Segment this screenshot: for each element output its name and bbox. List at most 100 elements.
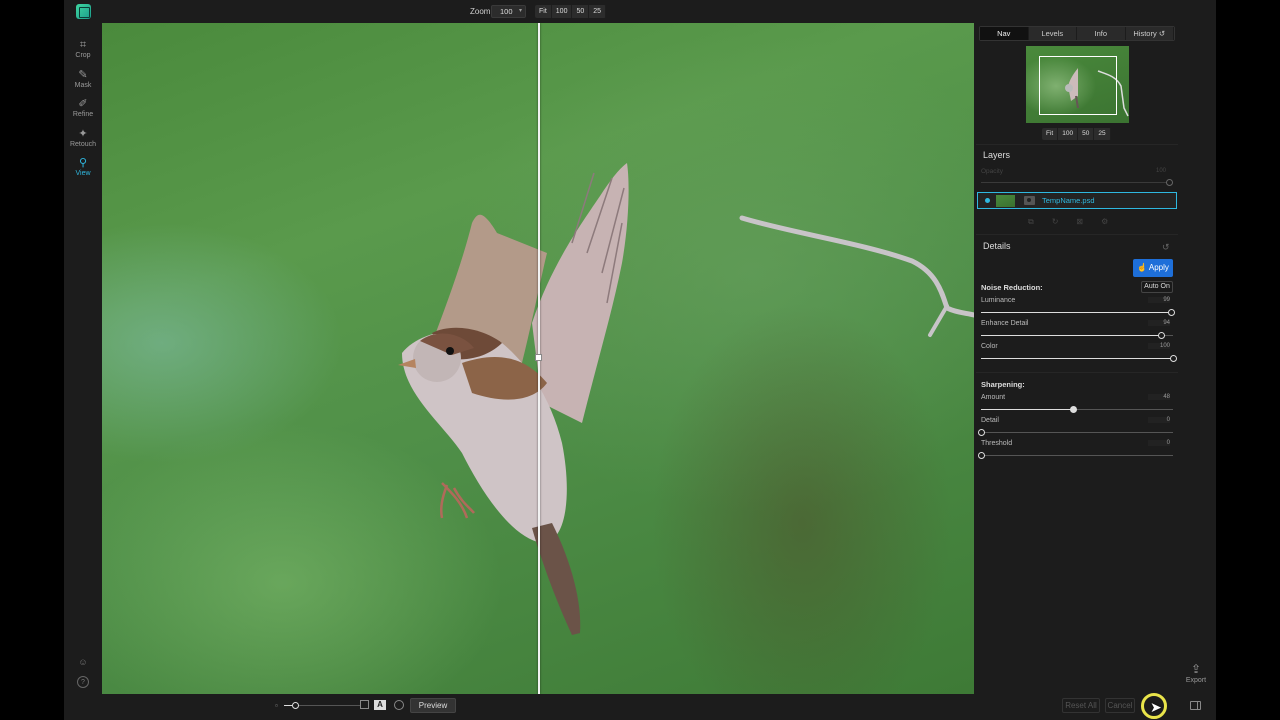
enhance-detail-value[interactable]: 94	[1148, 320, 1170, 326]
luminance-fill	[981, 312, 1172, 313]
divider	[976, 144, 1178, 145]
hand-icon: ☝	[1137, 263, 1148, 272]
layer-name: TempName.psd	[1042, 196, 1095, 205]
layer-visibility-icon[interactable]	[985, 198, 990, 203]
retouch-icon: ✦	[78, 128, 88, 140]
color-knob[interactable]	[1170, 355, 1177, 362]
help-icon[interactable]: ?	[77, 676, 89, 688]
export-icon: ⇪	[1190, 662, 1202, 676]
reset-all-button[interactable]: Reset All	[1062, 698, 1100, 713]
color-fill	[981, 358, 1173, 359]
layer-tools: ⧉ ↻ ⊠ ⚙	[1028, 217, 1108, 227]
tool-crop[interactable]: ⌗ Crop	[64, 38, 102, 66]
zoom-label: Zoom	[470, 7, 491, 16]
tool-retouch[interactable]: ✦ Retouch	[64, 127, 102, 155]
duplicate-layer-icon[interactable]: ⧉	[1028, 217, 1034, 227]
panel-tabs: Nav Levels Info History ↺	[979, 26, 1175, 41]
apply-button[interactable]: ☝ Apply	[1133, 259, 1173, 277]
cancel-button[interactable]: Cancel	[1105, 698, 1135, 713]
panel-toggle-icon[interactable]	[1190, 701, 1201, 710]
tab-levels[interactable]: Levels	[1029, 27, 1077, 40]
preview-button[interactable]: Preview	[410, 698, 456, 713]
navigator-thumbnail[interactable]	[1026, 46, 1129, 123]
bird-back	[462, 357, 547, 400]
tab-history-label: History	[1133, 29, 1157, 38]
luminance-label: Luminance	[981, 297, 1016, 304]
before-after-icon[interactable]: A	[374, 700, 386, 710]
layers-title: Layers	[983, 150, 1011, 160]
bird-wing-front	[532, 163, 629, 423]
color-slider[interactable]	[981, 355, 1177, 362]
divider	[976, 234, 1178, 235]
nav-presets: Fit 100 50 25	[1042, 128, 1111, 140]
enhance-detail-slider[interactable]	[981, 332, 1173, 339]
threshold-value[interactable]: 0	[1148, 440, 1170, 446]
opacity-slider-knob[interactable]	[1166, 179, 1173, 186]
reset-details-icon[interactable]: ↺	[1162, 242, 1170, 253]
right-panel: Nav Levels Info History ↺ Fit 100 50 25 …	[976, 24, 1178, 464]
layer-row[interactable]: TempName.psd	[977, 192, 1177, 209]
zoom-preset-50[interactable]: 50	[572, 5, 590, 18]
nav-preset-25[interactable]: 25	[1094, 128, 1111, 140]
threshold-knob[interactable]	[978, 452, 985, 459]
export-button[interactable]: ⇪ Export	[1178, 662, 1214, 684]
refine-brush-icon: ✐	[78, 98, 88, 110]
bottom-toolbar	[64, 694, 1216, 720]
sharpening-title: Sharpening:	[981, 380, 1025, 389]
apply-label: Apply	[1148, 263, 1169, 272]
nav-preset-fit[interactable]: Fit	[1042, 128, 1059, 140]
amount-value[interactable]: 48	[1148, 394, 1170, 400]
detail-value[interactable]: 0	[1148, 417, 1170, 423]
nav-preset-100[interactable]: 100	[1058, 128, 1079, 140]
tab-history[interactable]: History ↺	[1126, 27, 1174, 40]
amount-slider[interactable]	[981, 406, 1173, 413]
enhance-detail-knob[interactable]	[1158, 332, 1166, 339]
luminance-value[interactable]: 99	[1148, 297, 1170, 303]
split-handle[interactable]	[535, 354, 542, 361]
bird-feet	[439, 482, 475, 519]
chevron-down-icon: ▾	[518, 8, 522, 14]
zoom-preset-fit[interactable]: Fit	[535, 5, 552, 18]
luminance-slider[interactable]	[981, 309, 1176, 316]
tool-view[interactable]: ⚲ View	[64, 156, 102, 184]
app-logo-icon	[76, 4, 91, 19]
layer-mask-icon[interactable]	[1024, 196, 1035, 205]
delete-layer-icon[interactable]: ⊠	[1076, 217, 1083, 227]
tab-nav[interactable]: Nav	[980, 27, 1029, 40]
tool-label: Retouch	[69, 141, 97, 148]
noise-reduction-title: Noise Reduction:	[981, 283, 1043, 292]
zoom-select[interactable]: 100 ▾	[491, 5, 526, 18]
nav-preset-50[interactable]: 50	[1078, 128, 1095, 140]
navigator-viewport-rect[interactable]	[1039, 56, 1117, 115]
account-icon[interactable]: ☺	[77, 656, 89, 668]
detail-slider[interactable]	[978, 429, 1173, 436]
tool-mask[interactable]: ✎ Mask	[64, 68, 102, 96]
tab-info[interactable]: Info	[1077, 27, 1126, 40]
zoom-out-icon[interactable]: ▫	[275, 701, 278, 710]
canvas-zoom-slider[interactable]	[284, 702, 360, 709]
color-value[interactable]: 100	[1148, 343, 1170, 349]
tool-sidebar: ⌗ Crop ✎ Mask ✐ Refine ✦ Retouch ⚲ View …	[64, 24, 102, 694]
auto-on-button[interactable]: Auto On	[1141, 281, 1173, 293]
zoom-preset-100[interactable]: 100	[552, 5, 573, 18]
threshold-slider[interactable]	[978, 452, 1173, 459]
image-canvas[interactable]	[102, 23, 974, 694]
enhance-detail-fill	[981, 335, 1162, 336]
zoom-preset-25[interactable]: 25	[589, 5, 607, 18]
color-label: Color	[981, 343, 998, 350]
luminance-knob[interactable]	[1168, 309, 1176, 316]
detail-knob[interactable]	[978, 429, 985, 436]
amount-knob[interactable]	[1070, 406, 1078, 413]
layer-settings-icon[interactable]: ⚙	[1101, 217, 1108, 227]
single-view-icon[interactable]	[360, 700, 369, 709]
opacity-slider[interactable]	[981, 182, 1171, 183]
mask-brush-icon: ✎	[78, 69, 88, 81]
mask-view-icon[interactable]	[394, 700, 404, 710]
tool-refine[interactable]: ✐ Refine	[64, 97, 102, 125]
app-window: Zoom 100 ▾ Fit 100 50 25 ⌗ Crop ✎ Mask ✐…	[64, 0, 1216, 720]
layer-thumbnail	[996, 195, 1015, 207]
tool-label: Refine	[72, 111, 94, 118]
branch	[739, 215, 974, 318]
canvas-zoom-knob[interactable]	[292, 702, 299, 709]
reset-layer-icon[interactable]: ↻	[1052, 217, 1059, 227]
